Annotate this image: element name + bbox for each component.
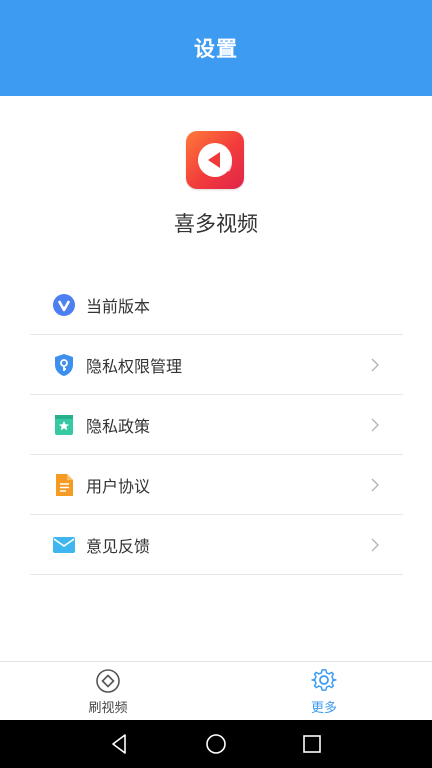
tab-label: 刷视频 — [88, 701, 128, 716]
tab-more[interactable]: 更多 — [216, 662, 432, 721]
document-icon — [52, 473, 76, 497]
recents-icon[interactable] — [300, 732, 324, 756]
bookmark-star-icon — [52, 413, 76, 437]
system-navigation-bar — [0, 720, 432, 768]
gear-icon — [311, 669, 337, 691]
settings-menu: 当前版本 隐私权限管理 隐私政策 用户协议 意见反馈 — [30, 275, 403, 575]
page-title: 设置 — [194, 37, 238, 61]
tab-videos[interactable]: 刷视频 — [0, 662, 216, 721]
menu-item-label: 意见反馈 — [86, 536, 151, 556]
header-bar: 设置 — [0, 0, 432, 96]
chevron-right-icon — [371, 478, 379, 491]
menu-item-feedback[interactable]: 意见反馈 — [30, 515, 403, 575]
menu-item-label: 当前版本 — [86, 296, 151, 316]
shield-key-icon — [52, 353, 76, 377]
app-name: 喜多视频 — [174, 212, 258, 236]
play-logo-icon — [198, 143, 233, 177]
menu-item-user-agreement[interactable]: 用户协议 — [30, 455, 403, 515]
mail-icon — [52, 533, 76, 557]
menu-item-privacy-policy[interactable]: 隐私政策 — [30, 395, 403, 455]
chevron-right-icon — [371, 418, 379, 431]
bottom-tab-bar: 刷视频 更多 — [0, 661, 432, 721]
tab-label: 更多 — [310, 701, 337, 716]
home-icon[interactable] — [204, 732, 228, 756]
app-info: 喜多视频 — [0, 96, 432, 266]
menu-item-version[interactable]: 当前版本 — [30, 275, 403, 335]
chevron-right-icon — [371, 538, 379, 551]
chevron-right-icon — [371, 358, 379, 371]
app-logo — [186, 131, 244, 189]
menu-item-privacy-permissions[interactable]: 隐私权限管理 — [30, 335, 403, 395]
compass-diamond-icon — [96, 669, 120, 693]
menu-item-label: 隐私政策 — [86, 416, 151, 436]
version-v-icon — [52, 293, 76, 317]
menu-item-label: 用户协议 — [86, 476, 151, 496]
menu-item-label: 隐私权限管理 — [86, 356, 183, 376]
back-icon[interactable] — [108, 732, 132, 756]
